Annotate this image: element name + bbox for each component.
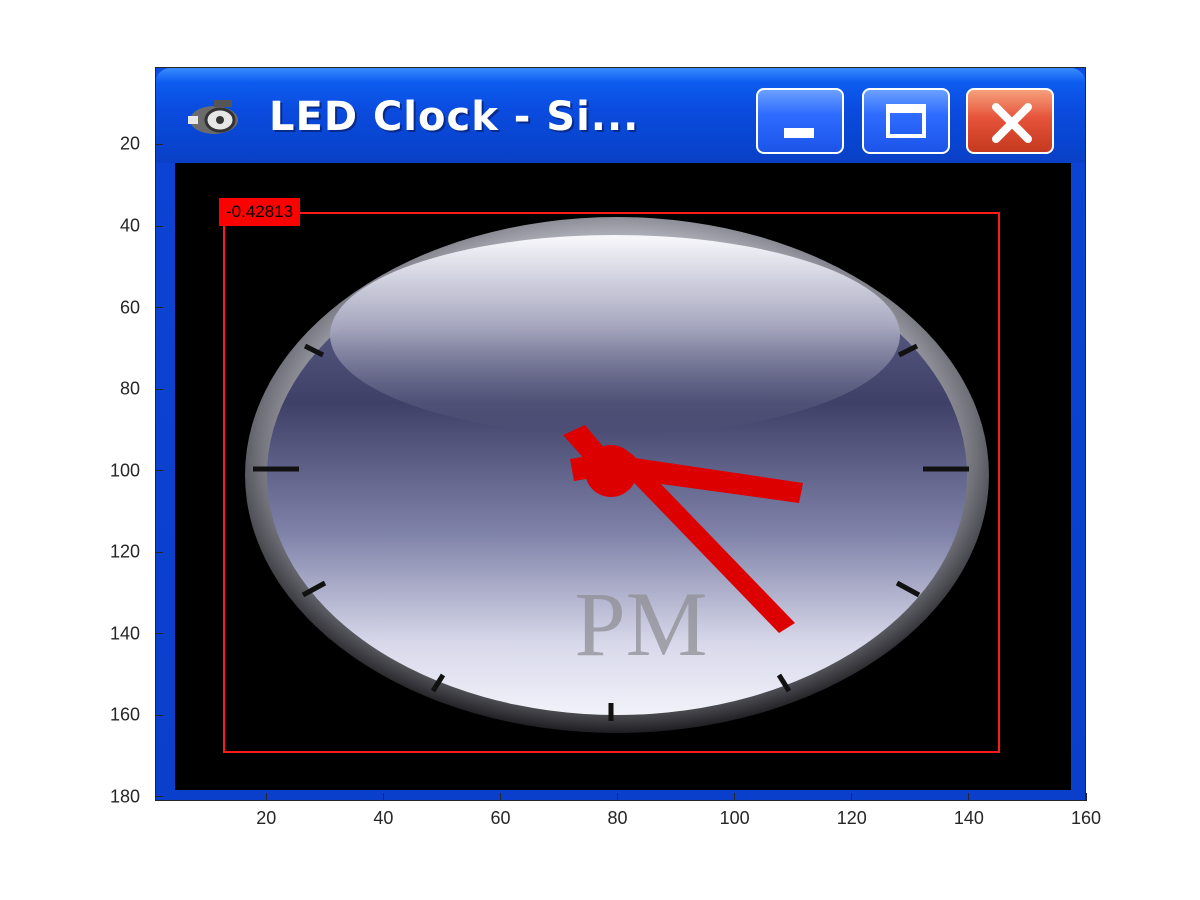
y-tick-label: 180 [109,786,140,807]
x-tick-label: 40 [373,808,394,828]
y-tick-mark [155,307,163,309]
clock-face: PM [245,217,989,733]
x-tick-label: 160 [1070,808,1102,828]
led-clock-window: LED Clock - Si... PM [156,68,1085,800]
minimize-button[interactable] [756,88,844,154]
x-tick-label: 100 [719,808,750,828]
close-button[interactable] [966,88,1054,154]
image-axes: LED Clock - Si... PM -0.42813 [155,67,1086,801]
minimize-icon [784,128,814,138]
maximize-button[interactable] [862,88,950,154]
meridiem-label: PM [575,573,708,675]
title-bar[interactable]: LED Clock - Si... [156,68,1085,163]
x-tick-mark [734,793,736,801]
x-tick-label: 140 [953,808,984,828]
x-tick-label: 120 [836,808,867,828]
x-tick-mark [382,793,384,801]
y-tick-mark [155,143,163,145]
x-tick-mark [265,793,267,801]
x-tick-label: 60 [490,808,511,828]
y-tick-mark [155,796,163,798]
y-tick-mark [155,225,163,227]
close-icon [992,103,1032,143]
y-tick-mark [155,714,163,716]
x-tick-mark [851,793,853,801]
x-tick-mark [617,793,619,801]
roi-score-label: -0.42813 [219,198,301,226]
window-title: LED Clock - Si... [269,94,640,140]
x-tick-mark [968,793,970,801]
hand-hub [585,445,637,497]
maximize-icon [886,104,926,138]
y-tick-label: 120 [109,541,140,562]
clock-gloss [330,235,900,435]
y-tick-label: 140 [109,623,140,644]
y-tick-mark [155,551,163,553]
y-tick-label: 60 [119,297,140,318]
clock-app-icon [188,100,238,134]
y-tick-label: 40 [119,215,140,236]
y-tick-mark [155,470,163,472]
y-tick-label: 20 [119,133,140,154]
x-tick-label: 80 [607,808,628,828]
x-tick-mark [499,793,501,801]
y-tick-label: 100 [109,460,140,481]
clock-client-area: PM [175,163,1071,790]
y-tick-label: 160 [109,704,140,725]
x-tick-mark [1085,793,1087,801]
x-tick-label: 20 [256,808,277,828]
y-tick-mark [155,633,163,635]
y-tick-mark [155,388,163,390]
y-tick-label: 80 [119,378,140,399]
